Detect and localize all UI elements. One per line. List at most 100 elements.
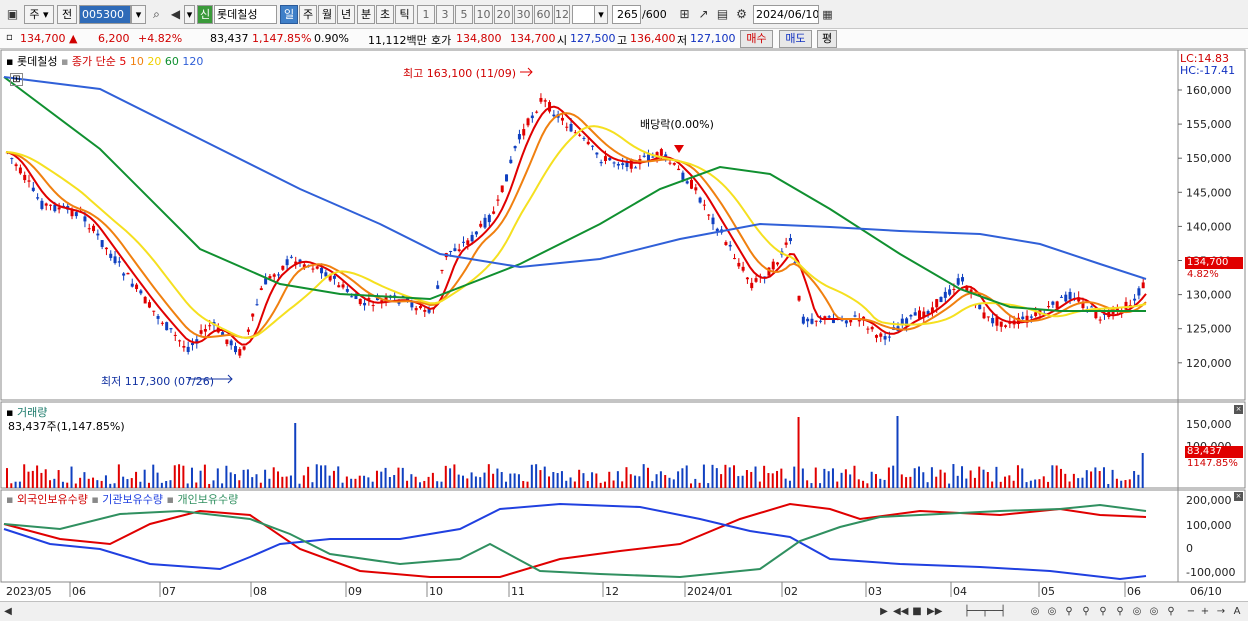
volume-bar [259,482,262,488]
save-icon[interactable]: ▤ [714,6,731,23]
collapse-icon[interactable]: ▫ [6,32,13,43]
candle-body [595,152,599,155]
period-tick-button[interactable]: 틱 [395,5,414,24]
grid-toggle-icon[interactable]: ⊞ [10,73,23,86]
period-week-button[interactable]: 주 [299,5,317,24]
date-input[interactable]: 2024/06/10 [753,5,819,24]
zoom-slider[interactable]: ├──┬──┤ [950,604,1020,619]
count-input[interactable]: 265 [612,5,641,24]
candle-body [956,278,960,285]
crosshair-icon[interactable]: ⊞ [676,6,693,23]
gear-icon[interactable]: ⚙ [733,6,750,23]
sell-button[interactable]: 매도 [779,30,812,48]
tool-icon-3[interactable]: ⚲ [1062,604,1076,619]
rewind-icon[interactable]: ◀◀ [893,604,908,619]
volume-bar [160,482,163,488]
forward-icon[interactable]: ▶▶ [927,604,942,619]
candle-body [251,313,255,317]
prev-button[interactable]: 전 [57,5,77,24]
tool-icon-6[interactable]: ⚲ [1113,604,1127,619]
volume-bar [956,475,959,488]
period-minute-button[interactable]: 분 [357,5,375,24]
volume-bar [995,466,998,488]
candle-body [423,309,427,312]
volume-bar [836,481,839,488]
market-select[interactable]: 주 ▾ [24,5,54,24]
interval-10-button[interactable]: 10 [474,5,493,24]
period-year-button[interactable]: 년 [337,5,355,24]
candle-body [814,320,818,322]
volume-bar [591,472,594,488]
tool-icon-4[interactable]: ⚲ [1079,604,1093,619]
volume-bar [819,483,822,488]
stock-code-input[interactable]: 005300 [79,5,131,24]
volume-close-icon[interactable]: × [1234,405,1243,414]
scroll-right-icon[interactable]: → [1214,604,1228,619]
interval-dropdown-icon[interactable]: ▾ [594,5,608,24]
tool-icon-7[interactable]: ◎ [1130,604,1144,619]
period-month-button[interactable]: 월 [318,5,336,24]
volume-bar [539,470,542,488]
volume-bar [892,465,895,488]
volume-bar [625,467,628,488]
candle-body [948,289,952,295]
interval-20-button[interactable]: 20 [494,5,513,24]
search-icon[interactable]: ⌕ [148,6,165,23]
chart-area[interactable]: 160,000155,000150,000145,000140,000135,0… [0,49,1248,601]
individual-legend: 개인보유수량 [177,493,239,506]
volume-bar [83,472,86,488]
period-day-button[interactable]: 일 [280,5,298,24]
candle-body [474,231,478,235]
zoom-in-icon[interactable]: + [1199,604,1211,619]
holding-close-icon[interactable]: × [1234,492,1243,501]
buy-button[interactable]: 매수 [740,30,773,48]
ma10-legend: 10 [129,55,144,68]
interval-1-button[interactable]: 1 [417,5,435,24]
bid-price: 134,700 [510,32,556,45]
candle-body [1055,301,1059,309]
sound-dropdown-icon[interactable]: ▾ [184,5,195,24]
scroll-left-icon[interactable]: ◀ [2,604,14,619]
tool-icon-2[interactable]: ◎ [1045,604,1059,619]
draw-tool-icon[interactable]: ↗ [695,6,712,23]
code-dropdown-icon[interactable]: ▾ [131,5,146,24]
interval-30-button[interactable]: 30 [514,5,533,24]
tool-icon-1[interactable]: ◎ [1028,604,1042,619]
menu-icon[interactable]: ▣ [4,6,21,23]
x-axis-label: 06 [1127,585,1141,598]
volume-value: 83,437 [210,32,249,45]
calendar-icon[interactable]: ▦ [819,6,836,23]
volume-bar [784,478,787,488]
eval-button[interactable]: 평 [817,30,837,48]
candle-body [358,298,362,305]
volume-bar [741,475,744,488]
auto-icon[interactable]: A [1230,604,1244,619]
stop-icon[interactable]: ■ [910,604,924,619]
interval-120-button[interactable]: 120 [554,5,570,24]
chart-canvas[interactable]: 160,000155,000150,000145,000140,000135,0… [0,49,1248,601]
volume-bar [238,480,241,488]
period-second-button[interactable]: 초 [376,5,394,24]
volume-bar [182,465,185,488]
candle-body [978,304,982,310]
tool-icon-5[interactable]: ⚲ [1096,604,1110,619]
zoom-out-icon[interactable]: − [1185,604,1197,619]
volume-bar [651,481,654,488]
tool-icon-8[interactable]: ◎ [1147,604,1161,619]
interval-5-button[interactable]: 5 [455,5,473,24]
volume-icon[interactable]: ◀ [167,6,184,23]
ma5-legend: 5 [119,55,127,68]
dividend-marker-icon [674,145,684,153]
volume-bar [814,467,817,488]
play-icon[interactable]: ▶ [877,604,891,619]
volume-bar [268,478,271,488]
volume-bar [410,474,413,488]
tool-icon-9[interactable]: ⚲ [1164,604,1178,619]
last-price-badge: 134,700 [1185,257,1243,269]
stock-name-field[interactable]: 롯데칠성 [214,5,277,24]
candle-body [745,277,749,280]
volume-bar [1029,480,1032,488]
interval-3-button[interactable]: 3 [436,5,454,24]
interval-60-button[interactable]: 60 [534,5,553,24]
candle-body [827,316,831,318]
